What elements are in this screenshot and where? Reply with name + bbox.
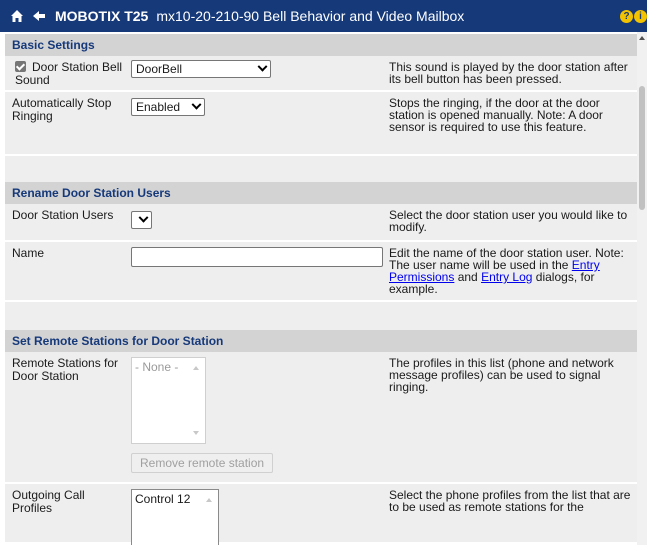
auto-stop-value: Enabled [136,100,181,114]
row-outgoing-call-profiles: Outgoing Call Profiles Control 12 Select… [5,482,637,545]
user-name-desc: Edit the name of the door station user. … [389,247,633,295]
section-spacer [5,154,637,182]
door-bell-label: Door Station Bell Sound [15,60,123,87]
auto-stop-label: Automatically Stop Ringing [12,96,112,123]
door-bell-sound-select[interactable]: DoorBell [131,60,271,78]
door-bell-desc: This sound is played by the door station… [389,60,628,86]
user-name-desc-and: and [457,270,478,284]
remote-stations-label: Remote Stations for Door Station [12,356,119,383]
door-station-users-label: Door Station Users [12,208,114,222]
remove-remote-station-button[interactable]: Remove remote station [131,453,274,473]
scrollbar-thumb[interactable] [639,86,645,210]
chevron-down-icon [191,99,202,110]
scroll-up-arrow-icon[interactable] [639,36,645,40]
door-station-users-desc: Select the door station user you would l… [389,208,628,234]
remote-stations-list[interactable]: - None - [131,357,206,444]
chevron-down-icon [138,212,149,223]
door-bell-label-wrap: Door Station Bell Sound [15,61,135,87]
section-header-remote-stations: Set Remote Stations for Door Station [5,330,637,352]
section-spacer [5,300,637,330]
settings-content: Basic Settings Door Station Bell Sound D… [5,34,637,545]
info-icon[interactable]: i [634,10,647,23]
scroll-up-icon[interactable] [206,498,212,502]
remote-stations-list-item[interactable]: - None - [135,360,178,374]
user-name-label: Name [12,246,45,260]
home-icon[interactable] [10,9,24,23]
section-header-rename-users: Rename Door Station Users [5,182,637,204]
door-station-users-select[interactable] [131,211,152,229]
entry-log-link[interactable]: Entry Log [481,270,532,284]
door-bell-sound-value: DoorBell [136,62,183,76]
checkbox-checked-icon[interactable] [15,61,26,72]
chevron-down-icon [257,61,268,72]
title-bar: MOBOTIX T25 mx10-20-210-90 Bell Behavior… [0,0,647,32]
outgoing-call-profiles-desc: Select the phone profiles from the list … [389,488,631,514]
outgoing-call-profiles-list[interactable]: Control 12 [131,489,219,545]
back-arrow-icon[interactable] [32,10,46,22]
help-icon[interactable]: ? [620,10,633,23]
row-remote-stations: Remote Stations for Door Station - None … [5,352,637,482]
user-name-input[interactable] [131,247,383,267]
row-door-station-bell-sound: Door Station Bell Sound DoorBell This so… [5,56,637,90]
row-door-station-users: Door Station Users Select the door stati… [5,204,637,240]
page-title: mx10-20-210-90 Bell Behavior and Video M… [156,8,465,24]
scroll-up-icon[interactable] [193,366,199,370]
auto-stop-desc: Stops the ringing, if the door at the do… [389,96,603,134]
remote-stations-desc: The profiles in this list (phone and net… [389,356,614,394]
scroll-down-icon[interactable] [193,431,199,435]
outgoing-call-profiles-item[interactable]: Control 12 [135,492,190,506]
outgoing-call-profiles-label: Outgoing Call Profiles [12,488,85,515]
row-user-name: Name Edit the name of the door station u… [5,240,637,300]
row-auto-stop-ringing: Automatically Stop Ringing Enabled Stops… [5,90,637,154]
vertical-scrollbar[interactable] [637,32,647,545]
section-header-basic-settings: Basic Settings [5,34,637,56]
auto-stop-select[interactable]: Enabled [131,98,205,116]
brand-title: MOBOTIX T25 [55,8,149,24]
